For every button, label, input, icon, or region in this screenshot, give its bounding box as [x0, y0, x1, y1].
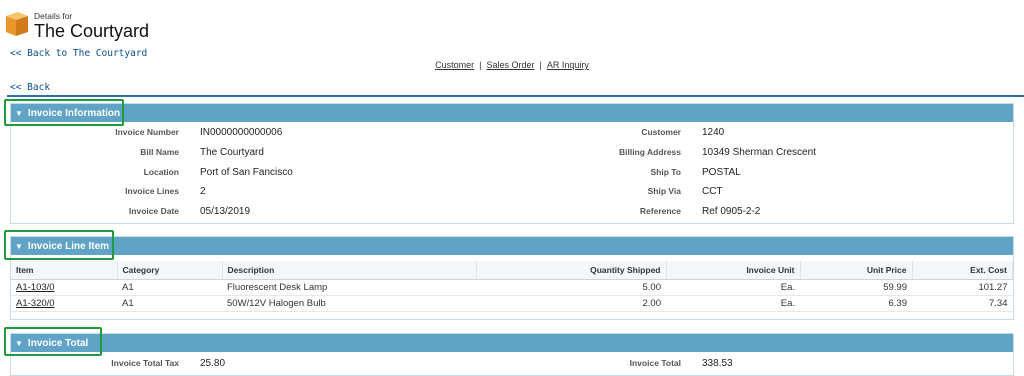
folder-icon: [6, 12, 28, 36]
invoice-number-label: Invoice Number: [115, 127, 179, 137]
info-row: Invoice Lines 2 Ship Via CCT: [11, 186, 1013, 204]
quantity-cell: 2.00: [476, 295, 666, 312]
invoice-line-item-header[interactable]: ▼ Invoice Line Item: [11, 237, 1013, 255]
description-cell: Fluorescent Desk Lamp: [222, 279, 476, 296]
info-row: Invoice Number IN0000000000006 Customer …: [11, 127, 1013, 145]
column-header-item[interactable]: Item: [11, 261, 118, 280]
invoice-total-tax-value: 25.80: [200, 358, 226, 369]
description-cell: 50W/12V Halogen Bulb: [222, 295, 476, 312]
page-title: The Courtyard: [34, 21, 150, 41]
invoice-number-value: IN0000000000006: [200, 127, 283, 138]
invoice-total-tax-label: Invoice Total Tax: [111, 358, 179, 368]
table-row: A1-320/0 A1 50W/12V Halogen Bulb 2.00 Ea…: [11, 295, 1013, 312]
ext-cost-cell: 101.27: [912, 279, 1013, 296]
unit-cell: Ea.: [666, 295, 800, 312]
unit-cell: Ea.: [666, 279, 800, 296]
ship-via-value: CCT: [702, 186, 723, 197]
unit-price-cell: 59.99: [800, 279, 912, 296]
ext-cost-cell: 7.34: [912, 295, 1013, 312]
item-link[interactable]: A1-103/0: [16, 282, 55, 293]
page-header: Details for The Courtyard: [4, 10, 149, 42]
highlight-box: [4, 230, 114, 260]
column-header-description[interactable]: Description: [222, 261, 477, 280]
unit-price-cell: 6.39: [800, 295, 912, 312]
ar-inquiry-link[interactable]: AR Inquiry: [547, 60, 589, 70]
invoice-information-header[interactable]: ▼ Invoice Information: [11, 104, 1013, 122]
location-value: Port of San Fancisco: [200, 167, 293, 178]
customer-link[interactable]: Customer: [435, 60, 474, 70]
billing-address-value: 10349 Sherman Crescent: [702, 147, 816, 158]
table-row: A1-103/0 A1 Fluorescent Desk Lamp 5.00 E…: [11, 279, 1013, 296]
highlight-box: [4, 327, 102, 356]
column-header-unit-price[interactable]: Unit Price: [800, 261, 913, 280]
category-cell: A1: [117, 279, 222, 296]
invoice-total-section: ▼ Invoice Total Invoice Total Tax 25.80 …: [10, 333, 1014, 376]
reference-label: Reference: [639, 206, 681, 216]
invoice-date-value: 05/13/2019: [200, 206, 251, 217]
invoice-total-header[interactable]: ▼ Invoice Total: [11, 334, 1013, 352]
invoice-total-label: Invoice Total: [629, 358, 681, 368]
table-header-row: Item Category Description Quantity Shipp…: [11, 261, 1013, 280]
line-items-table: Item Category Description Quantity Shipp…: [11, 261, 1013, 312]
customer-label: Customer: [641, 127, 681, 137]
invoice-total-value: 338.53: [702, 358, 733, 369]
bill-name-label: Bill Name: [140, 147, 179, 157]
invoice-lines-label: Invoice Lines: [125, 186, 179, 196]
sales-order-link[interactable]: Sales Order: [486, 60, 534, 70]
details-for-label: Details for: [34, 11, 73, 21]
back-link[interactable]: << Back: [10, 82, 50, 93]
quantity-cell: 5.00: [476, 279, 666, 296]
category-cell: A1: [117, 295, 222, 312]
total-row: Invoice Total Tax 25.80 Invoice Total 33…: [11, 358, 1013, 376]
invoice-line-item-section: ▼ Invoice Line Item Item Category Descri…: [10, 236, 1014, 320]
info-row: Invoice Date 05/13/2019 Reference Ref 09…: [11, 206, 1013, 224]
column-header-invoice-unit[interactable]: Invoice Unit: [666, 261, 801, 280]
ship-to-value: POSTAL: [702, 167, 741, 178]
ship-via-label: Ship Via: [647, 186, 681, 196]
customer-value: 1240: [702, 127, 725, 138]
nav-separator: |: [539, 60, 542, 70]
invoice-date-label: Invoice Date: [128, 206, 179, 216]
info-row: Bill Name The Courtyard Billing Address …: [11, 147, 1013, 165]
invoice-lines-value: 2: [200, 186, 206, 197]
billing-address-label: Billing Address: [618, 147, 681, 157]
highlight-box: [4, 99, 124, 126]
column-header-quantity-shipped[interactable]: Quantity Shipped: [476, 261, 667, 280]
ship-to-label: Ship To: [650, 167, 681, 177]
back-to-record-link[interactable]: << Back to The Courtyard: [10, 48, 147, 59]
column-header-category[interactable]: Category: [117, 261, 223, 280]
item-link[interactable]: A1-320/0: [16, 298, 55, 309]
info-row: Location Port of San Fancisco Ship To PO…: [11, 167, 1013, 185]
nav-separator: |: [479, 60, 482, 70]
location-label: Location: [143, 167, 179, 177]
reference-value: Ref 0905-2-2: [702, 206, 761, 217]
column-header-ext-cost[interactable]: Ext. Cost: [912, 261, 1013, 280]
divider: [7, 95, 1024, 97]
invoice-information-section: ▼ Invoice Information Invoice Number IN0…: [10, 103, 1014, 224]
top-navigation: Customer | Sales Order | AR Inquiry: [0, 60, 1024, 70]
bill-name-value: The Courtyard: [200, 147, 264, 158]
